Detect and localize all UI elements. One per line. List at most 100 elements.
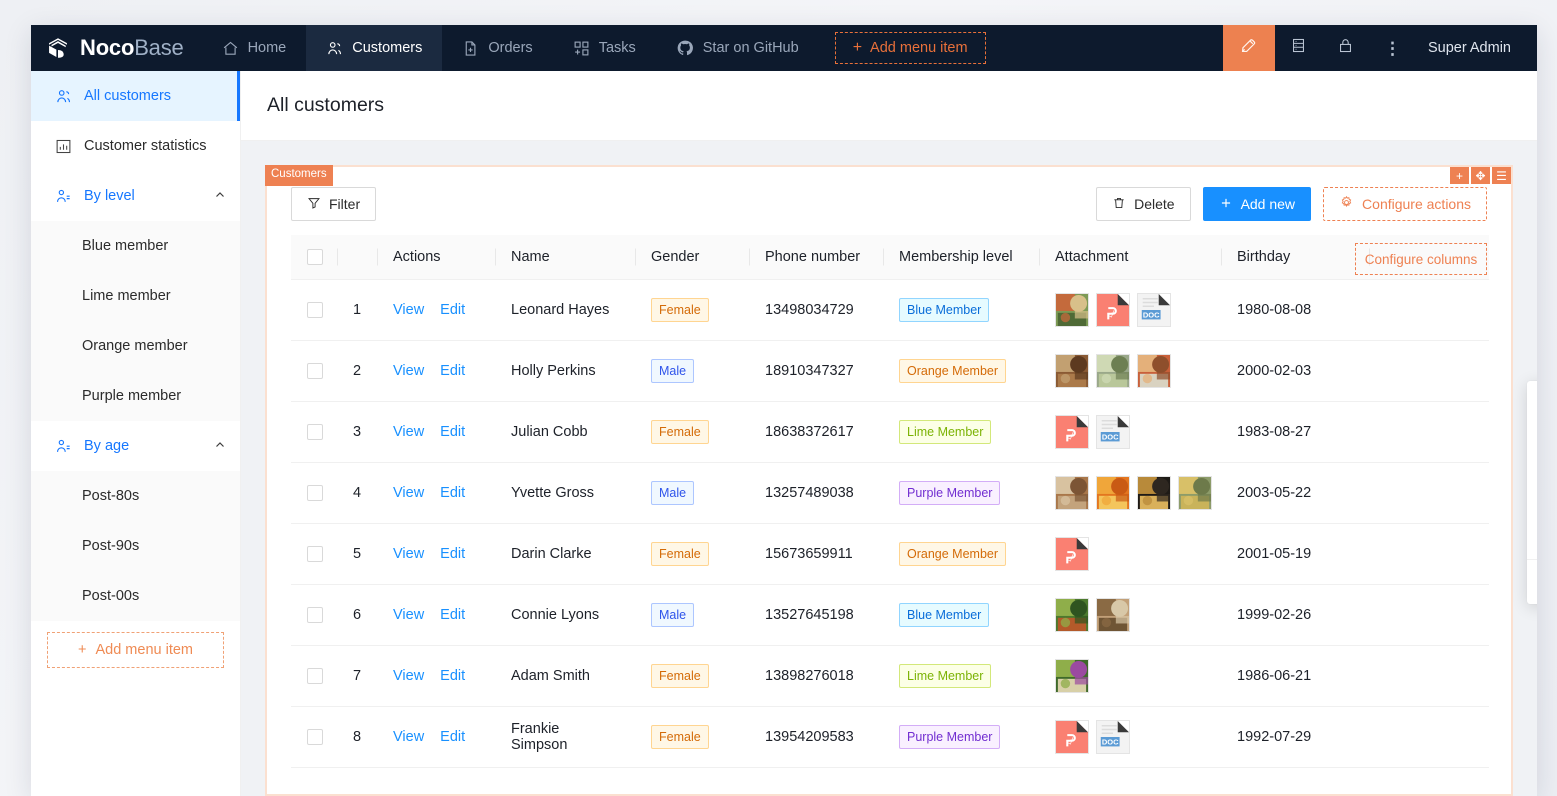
column-header-attachment[interactable]: Attachment: [1039, 235, 1221, 280]
add-new-button[interactable]: Add new: [1203, 187, 1311, 221]
delete-button[interactable]: Delete: [1096, 187, 1190, 221]
row-checkbox[interactable]: [307, 729, 323, 745]
dropdown-row-filter[interactable]: Filter: [1527, 417, 1537, 451]
attachment-thumbnail-image[interactable]: [1055, 659, 1089, 693]
column-header-gender[interactable]: Gender: [635, 235, 749, 280]
nav-item-star-on-github[interactable]: Star on GitHub: [656, 25, 819, 71]
attachment-thumbnail-image[interactable]: [1096, 476, 1130, 510]
dropdown-row-export[interactable]: Export: [1527, 451, 1537, 485]
attachment-thumbnail-image[interactable]: [1055, 354, 1089, 388]
sidebar-item-post-90s[interactable]: Post-90s: [31, 521, 240, 571]
sidebar-item-lime-member[interactable]: Lime member: [31, 271, 240, 321]
sidebar-item-post-00s[interactable]: Post-00s: [31, 571, 240, 621]
sidebar-item-all-customers[interactable]: All customers: [31, 71, 240, 121]
column-header-phone-number[interactable]: Phone number: [749, 235, 883, 280]
nav-item-orders[interactable]: Orders: [442, 25, 552, 71]
edit-link[interactable]: Edit: [440, 729, 465, 745]
attachment-thumbnail-image[interactable]: [1055, 598, 1089, 632]
filter-button[interactable]: Filter: [291, 187, 376, 221]
attachment-thumbnail-image[interactable]: [1137, 476, 1171, 510]
view-link[interactable]: View: [393, 424, 424, 440]
edit-link[interactable]: Edit: [440, 546, 465, 562]
dropdown-row-add-new[interactable]: Add new: [1527, 485, 1537, 519]
table-row[interactable]: 5ViewEditDarin ClarkeFemale15673659911Or…: [291, 524, 1489, 585]
sidebar-group-by-level[interactable]: By level: [31, 171, 240, 221]
attachment-thumbnail-doc[interactable]: DOC: [1096, 720, 1130, 754]
column-header-membership-level[interactable]: Membership level: [883, 235, 1039, 280]
permissions-button[interactable]: [1322, 25, 1369, 71]
sidebar-group-by-age[interactable]: By age: [31, 421, 240, 471]
attachment-thumbnail-image[interactable]: [1178, 476, 1212, 510]
table-row[interactable]: 3ViewEditJulian CobbFemale18638372617Lim…: [291, 402, 1489, 463]
attachment-thumbnail-doc[interactable]: DOC: [1137, 293, 1171, 327]
add-menu-item-button-topnav[interactable]: + Add menu item: [835, 32, 986, 64]
row-checkbox[interactable]: [307, 485, 323, 501]
column-header-birthday[interactable]: Birthday: [1221, 235, 1369, 280]
edit-link[interactable]: Edit: [440, 302, 465, 318]
attachment-thumbnail-pdf[interactable]: ⍻: [1055, 537, 1089, 571]
sidebar-item-post-80s[interactable]: Post-80s: [31, 471, 240, 521]
sidebar-item-blue-member[interactable]: Blue member: [31, 221, 240, 271]
nav-item-customers[interactable]: Customers: [306, 25, 442, 71]
cell-phone-number: 15673659911: [749, 524, 883, 585]
attachment-thumbnail-image[interactable]: [1055, 476, 1089, 510]
table-row[interactable]: 8ViewEditFrankie SimpsonFemale1395420958…: [291, 707, 1489, 768]
github-icon: [676, 39, 694, 57]
block-menu-button[interactable]: ☰: [1492, 167, 1511, 184]
table-row[interactable]: 2ViewEditHolly PerkinsMale18910347327Ora…: [291, 341, 1489, 402]
nav-item-tasks[interactable]: Tasks: [553, 25, 656, 71]
add-menu-item-button-sidebar[interactable]: + Add menu item: [47, 632, 224, 668]
three-dots-icon: ⋮: [1384, 40, 1401, 57]
row-checkbox[interactable]: [307, 424, 323, 440]
edit-link[interactable]: Edit: [440, 607, 465, 623]
select-all-checkbox[interactable]: [307, 249, 323, 265]
table-row[interactable]: 6ViewEditConnie LyonsMale13527645198Blue…: [291, 585, 1489, 646]
table-row[interactable]: 4ViewEditYvette GrossMale13257489038Purp…: [291, 463, 1489, 524]
view-link[interactable]: View: [393, 546, 424, 562]
attachment-thumbnail-pdf[interactable]: ⍻: [1055, 415, 1089, 449]
app-logo[interactable]: NocoBase: [31, 25, 202, 71]
attachment-thumbnail-pdf[interactable]: ⍻: [1096, 293, 1130, 327]
enable-actions-dropdown: Enable actions Filter Export Add new: [1527, 381, 1537, 604]
sidebar-item-purple-member[interactable]: Purple member: [31, 371, 240, 421]
table-row[interactable]: 7ViewEditAdam SmithFemale13898276018Lime…: [291, 646, 1489, 707]
view-link[interactable]: View: [393, 607, 424, 623]
row-checkbox[interactable]: [307, 668, 323, 684]
more-options-button[interactable]: ⋮: [1369, 25, 1416, 71]
nav-item-home[interactable]: Home: [202, 25, 307, 71]
configure-columns-button[interactable]: Configure columns: [1355, 243, 1487, 275]
attachment-thumbnail-doc[interactable]: DOC: [1096, 415, 1130, 449]
database-button[interactable]: [1275, 25, 1322, 71]
sidebar-item-customer-statistics[interactable]: Customer statistics: [31, 121, 240, 171]
view-link[interactable]: View: [393, 302, 424, 318]
row-select-cell: [291, 707, 337, 768]
attachment-thumbnail-image[interactable]: [1055, 293, 1089, 327]
ui-editor-toggle-button[interactable]: [1223, 25, 1275, 71]
sidebar-item-orange-member[interactable]: Orange member: [31, 321, 240, 371]
configure-actions-button[interactable]: Configure actions: [1323, 187, 1487, 221]
column-header-actions[interactable]: Actions: [377, 235, 495, 280]
row-checkbox[interactable]: [307, 363, 323, 379]
attachment-thumbnail-image[interactable]: [1096, 598, 1130, 632]
attachment-thumbnail-image[interactable]: [1137, 354, 1171, 388]
edit-link[interactable]: Edit: [440, 363, 465, 379]
row-checkbox[interactable]: [307, 302, 323, 318]
edit-link[interactable]: Edit: [440, 424, 465, 440]
drag-handle-button[interactable]: ✥: [1471, 167, 1490, 184]
view-link[interactable]: View: [393, 668, 424, 684]
attachment-thumbnail-pdf[interactable]: ⍻: [1055, 720, 1089, 754]
table-row[interactable]: 1ViewEditLeonard HayesFemale13498034729B…: [291, 280, 1489, 341]
dropdown-row-delete[interactable]: Delete: [1527, 519, 1537, 553]
view-link[interactable]: View: [393, 485, 424, 501]
row-checkbox[interactable]: [307, 607, 323, 623]
edit-link[interactable]: Edit: [440, 485, 465, 501]
dropdown-row-customize[interactable]: Customize ›: [1527, 566, 1537, 604]
attachment-thumbnail-image[interactable]: [1096, 354, 1130, 388]
edit-link[interactable]: Edit: [440, 668, 465, 684]
current-user-menu[interactable]: Super Admin: [1416, 25, 1537, 71]
row-checkbox[interactable]: [307, 546, 323, 562]
view-link[interactable]: View: [393, 363, 424, 379]
add-block-button[interactable]: +: [1450, 167, 1469, 184]
view-link[interactable]: View: [393, 729, 424, 745]
column-header-name[interactable]: Name: [495, 235, 635, 280]
